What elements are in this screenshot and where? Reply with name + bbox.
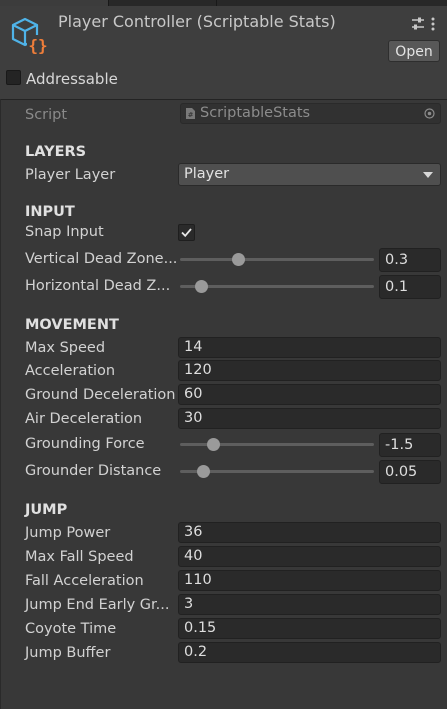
jump-end-early-label: Jump End Early Gr...: [25, 597, 170, 613]
snap-input-label: Snap Input: [25, 224, 104, 240]
player-layer-dropdown[interactable]: Player: [178, 163, 441, 186]
slider-thumb[interactable]: [195, 280, 209, 293]
air-deceleration-label: Air Deceleration: [25, 411, 143, 427]
vertical-dead-zone-label: Vertical Dead Zone...: [25, 251, 178, 267]
max-speed-field[interactable]: 14: [178, 337, 441, 358]
addressable-checkbox[interactable]: [6, 70, 21, 85]
fall-acceleration-label: Fall Acceleration: [25, 573, 144, 589]
slider-thumb[interactable]: [206, 438, 220, 451]
scriptable-object-icon: {}: [11, 17, 49, 55]
coyote-time-field[interactable]: 0.15: [178, 618, 441, 639]
script-label: Script: [25, 107, 68, 123]
air-deceleration-field[interactable]: 30: [178, 408, 441, 429]
horizontal-dead-zone-label: Horizontal Dead Z...: [25, 278, 171, 294]
section-movement: MOVEMENT: [25, 317, 119, 333]
jump-power-field[interactable]: 36: [178, 522, 441, 543]
component-title: Player Controller (Scriptable Stats): [58, 12, 336, 31]
inspector-header: {} Player Controller (Scriptable Stats) …: [0, 6, 447, 100]
grounding-force-label: Grounding Force: [25, 436, 145, 452]
vertical-dead-zone-slider[interactable]: [180, 253, 374, 266]
csharp-script-icon: #: [186, 108, 195, 119]
checkmark-icon: [181, 228, 192, 238]
section-jump: JUMP: [25, 502, 68, 518]
object-picker-icon[interactable]: [424, 108, 435, 119]
chevron-down-icon: [423, 172, 433, 178]
max-fall-speed-label: Max Fall Speed: [25, 549, 134, 565]
ground-deceleration-field[interactable]: 60: [178, 384, 441, 405]
grounder-distance-label: Grounder Distance: [25, 463, 162, 479]
player-layer-label: Player Layer: [25, 167, 116, 183]
grounding-force-field[interactable]: -1.5: [379, 433, 441, 457]
svg-text:#: #: [188, 111, 194, 119]
jump-end-early-field[interactable]: 3: [178, 594, 441, 615]
jump-buffer-field[interactable]: 0.2: [178, 642, 441, 663]
jump-buffer-label: Jump Buffer: [25, 645, 111, 661]
max-speed-label: Max Speed: [25, 340, 106, 356]
coyote-time-label: Coyote Time: [25, 621, 117, 637]
slider-thumb[interactable]: [197, 465, 211, 478]
section-layers: LAYERS: [25, 144, 87, 160]
max-fall-speed-field[interactable]: 40: [178, 546, 441, 567]
grounder-distance-slider[interactable]: [180, 465, 374, 478]
section-input: INPUT: [25, 204, 75, 220]
svg-text:{}: {}: [28, 36, 47, 55]
vertical-dead-zone-field[interactable]: 0.3: [379, 248, 441, 272]
horizontal-dead-zone-slider[interactable]: [180, 280, 374, 293]
ground-deceleration-label: Ground Deceleration: [25, 387, 176, 403]
addressable-label: Addressable: [26, 70, 118, 88]
preset-settings-icon[interactable]: [410, 16, 426, 32]
script-value: ScriptableStats: [200, 105, 311, 121]
acceleration-label: Acceleration: [25, 363, 116, 379]
acceleration-field[interactable]: 120: [178, 360, 441, 381]
script-field[interactable]: # ScriptableStats: [180, 103, 441, 124]
panel-edge: [0, 99, 1, 709]
kebab-menu-icon[interactable]: [430, 16, 436, 32]
slider-thumb[interactable]: [232, 253, 246, 266]
grounder-distance-field[interactable]: 0.05: [379, 460, 441, 484]
horizontal-dead-zone-field[interactable]: 0.1: [379, 275, 441, 299]
grounding-force-slider[interactable]: [180, 438, 374, 451]
fall-acceleration-field[interactable]: 110: [178, 570, 441, 591]
snap-input-checkbox[interactable]: [178, 224, 195, 241]
open-button[interactable]: Open: [388, 40, 440, 62]
player-layer-value: Player: [184, 166, 230, 182]
jump-power-label: Jump Power: [25, 525, 111, 541]
